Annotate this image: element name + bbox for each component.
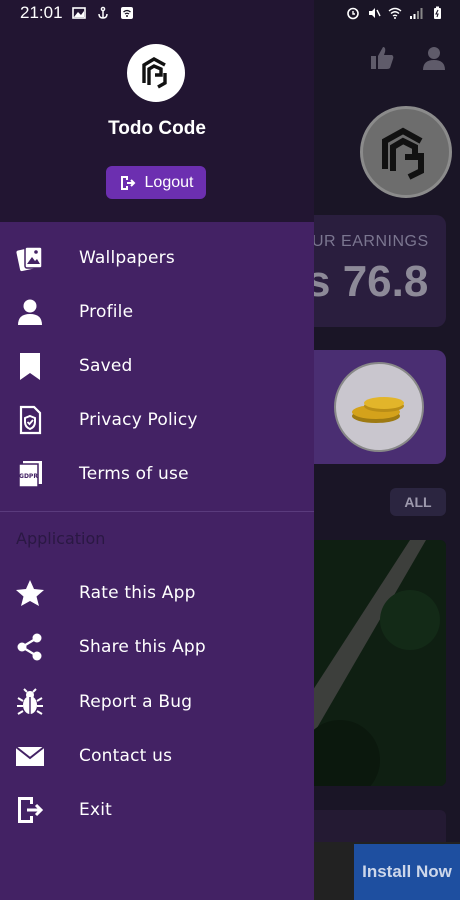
wifi-notification-icon [121, 7, 133, 19]
wifi-icon [388, 7, 402, 19]
status-system-icons [346, 6, 444, 20]
menu-item-label: Contact us [79, 746, 173, 766]
bookmark-icon [15, 351, 45, 381]
menu-item-label: Report a Bug [79, 692, 193, 712]
menu-item-saved[interactable]: Saved [0, 339, 314, 393]
menu-item-exit[interactable]: Exit [0, 783, 314, 837]
exit-icon [15, 795, 45, 825]
status-notification-icons [72, 6, 134, 20]
background-logo [360, 106, 452, 198]
mail-icon [15, 741, 45, 771]
gallery-notification-icon [72, 7, 86, 19]
svg-text:GDPR: GDPR [19, 473, 38, 480]
thumbs-up-icon[interactable] [368, 44, 396, 72]
menu-item-privacy-policy[interactable]: Privacy Policy [0, 393, 314, 447]
mute-icon [369, 8, 381, 18]
alarm-icon [347, 7, 359, 20]
battery-icon [434, 6, 441, 19]
all-button[interactable]: ALL [390, 488, 446, 516]
logout-button[interactable]: Logout [106, 166, 206, 199]
menu-item-label: Wallpapers [79, 248, 175, 268]
menu-item-label: Terms of use [79, 464, 189, 484]
menu-item-label: Privacy Policy [79, 410, 198, 430]
privacy-policy-icon [15, 405, 45, 435]
install-now-button[interactable]: Install Now [354, 844, 460, 900]
navigation-drawer: Todo Code Logout Wallpapers Profile Save… [0, 0, 314, 900]
brand-name: Todo Code [108, 118, 206, 139]
menu-item-rate-app[interactable]: Rate this App [0, 566, 314, 620]
wallpapers-icon [15, 243, 45, 273]
menu-item-contact-us[interactable]: Contact us [0, 729, 314, 783]
menu-item-label: Exit [79, 800, 112, 820]
menu-item-profile[interactable]: Profile [0, 285, 314, 339]
signal-icon [410, 8, 423, 19]
profile-icon [15, 297, 45, 327]
menu-item-label: Profile [79, 302, 134, 322]
star-icon [15, 578, 45, 608]
wallpaper-thumbnail[interactable] [300, 540, 446, 786]
user-account-icon[interactable] [420, 44, 448, 72]
menu-item-label: Rate this App [79, 583, 196, 603]
earnings-label: UR EARNINGS [312, 233, 429, 250]
status-time: 21:01 [20, 3, 63, 22]
status-bar: 21:01 [0, 0, 460, 28]
todo-code-logo-icon [142, 57, 167, 89]
menu-item-terms-of-use[interactable]: GDPR Terms of use [0, 447, 314, 501]
drawer-divider [0, 511, 314, 512]
coins-card[interactable] [300, 350, 446, 464]
earnings-value: s 76.8 [306, 257, 429, 306]
share-icon [15, 632, 45, 662]
drawer-header: Todo Code Logout [0, 0, 314, 222]
gdpr-document-icon: GDPR [15, 459, 45, 489]
anchor-notification-icon [98, 6, 108, 19]
app-logo [127, 44, 185, 102]
logout-icon [120, 175, 135, 190]
earnings-card: UR EARNINGS s 76.8 [300, 215, 446, 327]
logout-label: Logout [144, 173, 194, 191]
menu-item-wallpapers[interactable]: Wallpapers [0, 231, 314, 285]
bug-icon [15, 687, 45, 717]
menu-item-share-app[interactable]: Share this App [0, 620, 314, 674]
menu-item-report-bug[interactable]: Report a Bug [0, 675, 314, 729]
section-title-application: Application [16, 529, 106, 548]
coins-circle [334, 362, 424, 452]
menu-item-label: Share this App [79, 637, 206, 657]
menu-item-label: Saved [79, 356, 133, 376]
gold-coins-icon [352, 397, 404, 423]
